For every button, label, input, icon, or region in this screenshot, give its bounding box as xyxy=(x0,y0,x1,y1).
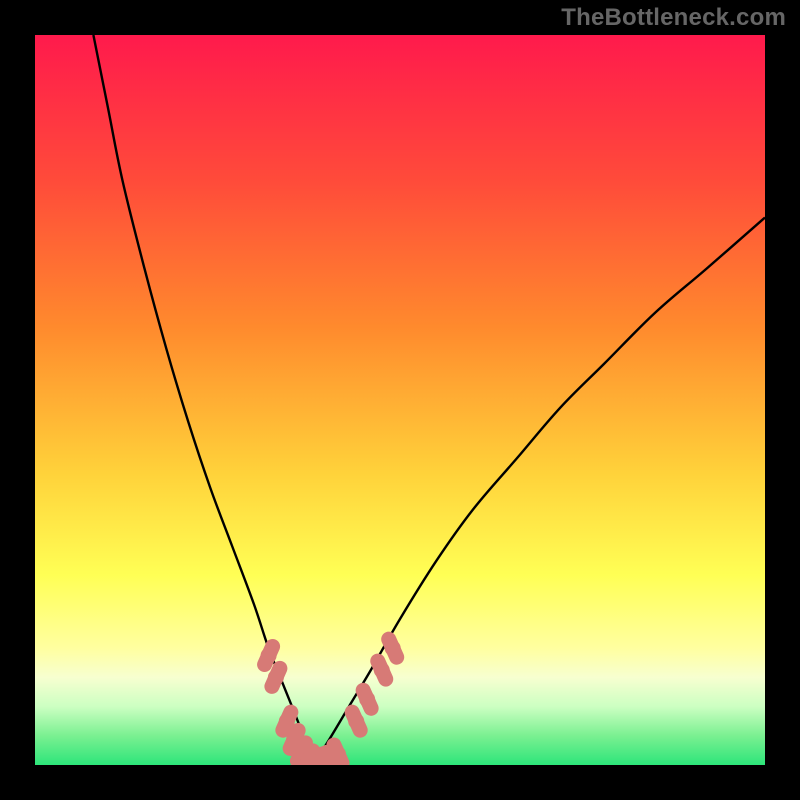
data-marker-dot xyxy=(374,662,390,678)
data-marker-dot xyxy=(261,648,277,664)
data-marker-dot xyxy=(348,713,364,729)
data-marker-dot xyxy=(359,691,375,707)
data-marker-dot xyxy=(268,669,284,685)
bottleneck-chart xyxy=(35,35,765,765)
plot-area xyxy=(35,35,765,765)
watermark-text: TheBottleneck.com xyxy=(561,4,786,32)
data-marker-dot xyxy=(385,640,401,656)
data-marker-dot xyxy=(330,746,346,762)
chart-frame: TheBottleneck.com xyxy=(0,0,800,800)
